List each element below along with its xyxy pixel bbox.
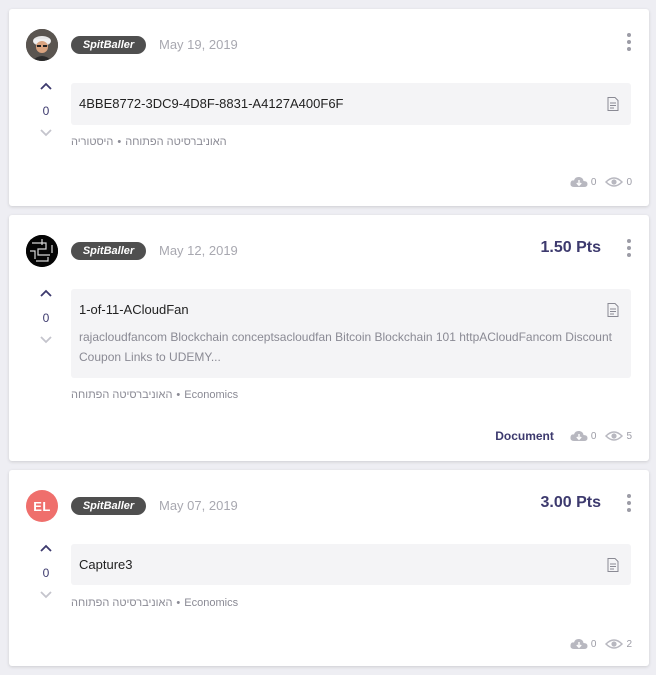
avatar[interactable] xyxy=(26,29,58,61)
views-stat: 0 xyxy=(605,176,632,188)
download-stat: 0 xyxy=(570,430,597,442)
cloud-download-icon xyxy=(570,638,588,649)
post-stats: 0 0 xyxy=(561,176,632,188)
more-options-icon[interactable] xyxy=(624,33,634,51)
maze-image-icon xyxy=(26,235,58,267)
document-icon xyxy=(607,558,619,572)
views-count: 0 xyxy=(626,176,632,188)
download-stat: 0 xyxy=(570,176,597,188)
tags: האוניברסיטה הפתוחה• היסטוריה xyxy=(71,136,227,148)
chevron-down-icon[interactable] xyxy=(36,588,56,602)
post-date: May 07, 2019 xyxy=(159,498,238,513)
separator-dot: • xyxy=(176,597,181,609)
download-count: 0 xyxy=(590,176,597,188)
document-icon xyxy=(607,303,619,317)
chevron-up-icon[interactable] xyxy=(36,541,56,555)
points-price: 3.00 Pts xyxy=(540,494,601,511)
avatar[interactable] xyxy=(26,235,58,267)
post-card[interactable]: EL SpitBaller May 07, 2019 3.00 Pts 0 Ca… xyxy=(9,470,649,666)
views-count: 2 xyxy=(626,638,632,650)
views-stat: 2 xyxy=(605,638,632,650)
vote-control: 0 xyxy=(36,79,56,140)
post-date: May 19, 2019 xyxy=(159,37,238,52)
download-count: 0 xyxy=(590,638,597,650)
university-tag[interactable]: האוניברסיטה הפתוחה xyxy=(71,597,172,609)
points-price: 1.50 Pts xyxy=(540,239,601,256)
vote-count: 0 xyxy=(42,104,50,118)
author-badge[interactable]: SpitBaller xyxy=(71,242,146,260)
vote-count: 0 xyxy=(42,311,50,325)
post-stats: Document 0 5 xyxy=(495,429,632,443)
profile-photo-icon xyxy=(26,29,58,61)
post-stats: 0 2 xyxy=(561,638,632,650)
download-stat: 0 xyxy=(570,638,597,650)
document-preview[interactable]: 1-of-11-ACloudFan rajacloudfancom Blockc… xyxy=(71,289,631,378)
course-tag[interactable]: היסטוריה xyxy=(71,136,113,148)
author-badge[interactable]: SpitBaller xyxy=(71,36,146,54)
document-title[interactable]: Capture3 xyxy=(79,557,132,572)
document-title[interactable]: 4BBE8772-3DC9-4D8F-8831-A4127A400F6F xyxy=(79,96,344,111)
separator-dot: • xyxy=(176,389,181,401)
post-date: May 12, 2019 xyxy=(159,243,238,258)
university-tag[interactable]: האוניברסיטה הפתוחה xyxy=(71,389,172,401)
vote-count: 0 xyxy=(42,566,50,580)
more-options-icon[interactable] xyxy=(624,494,634,512)
document-excerpt: rajacloudfancom Blockchain conceptsaclou… xyxy=(79,330,612,364)
eye-icon xyxy=(605,177,624,187)
document-preview[interactable]: 4BBE8772-3DC9-4D8F-8831-A4127A400F6F xyxy=(71,83,631,125)
tags: האוניברסיטה הפתוחה • Economics xyxy=(71,597,238,609)
author-badge[interactable]: SpitBaller xyxy=(71,497,146,515)
course-tag[interactable]: Economics xyxy=(184,597,238,609)
university-tag[interactable]: האוניברסיטה הפתוחה xyxy=(125,136,226,148)
chevron-up-icon[interactable] xyxy=(36,286,56,300)
post-card[interactable]: SpitBaller May 19, 2019 0 4BBE8772-3DC9-… xyxy=(9,9,649,206)
document-icon xyxy=(607,97,619,111)
chevron-up-icon[interactable] xyxy=(36,79,56,93)
chevron-down-icon[interactable] xyxy=(36,333,56,347)
more-options-icon[interactable] xyxy=(624,239,634,257)
eye-icon xyxy=(605,639,624,649)
cloud-download-icon xyxy=(570,430,588,441)
cloud-download-icon xyxy=(570,176,588,187)
chevron-down-icon[interactable] xyxy=(36,126,56,140)
tags: האוניברסיטה הפתוחה • Economics xyxy=(71,389,238,401)
document-preview[interactable]: Capture3 xyxy=(71,544,631,585)
course-tag[interactable]: Economics xyxy=(184,389,238,401)
separator-dot: • xyxy=(117,136,122,148)
avatar[interactable]: EL xyxy=(26,490,58,522)
views-stat: 5 xyxy=(605,430,632,442)
document-type-label: Document xyxy=(495,429,554,443)
download-count: 0 xyxy=(590,430,597,442)
vote-control: 0 xyxy=(36,541,56,602)
document-title[interactable]: 1-of-11-ACloudFan xyxy=(79,302,189,317)
views-count: 5 xyxy=(626,430,632,442)
eye-icon xyxy=(605,431,624,441)
post-card[interactable]: SpitBaller May 12, 2019 1.50 Pts 0 1-of-… xyxy=(9,215,649,461)
vote-control: 0 xyxy=(36,286,56,347)
